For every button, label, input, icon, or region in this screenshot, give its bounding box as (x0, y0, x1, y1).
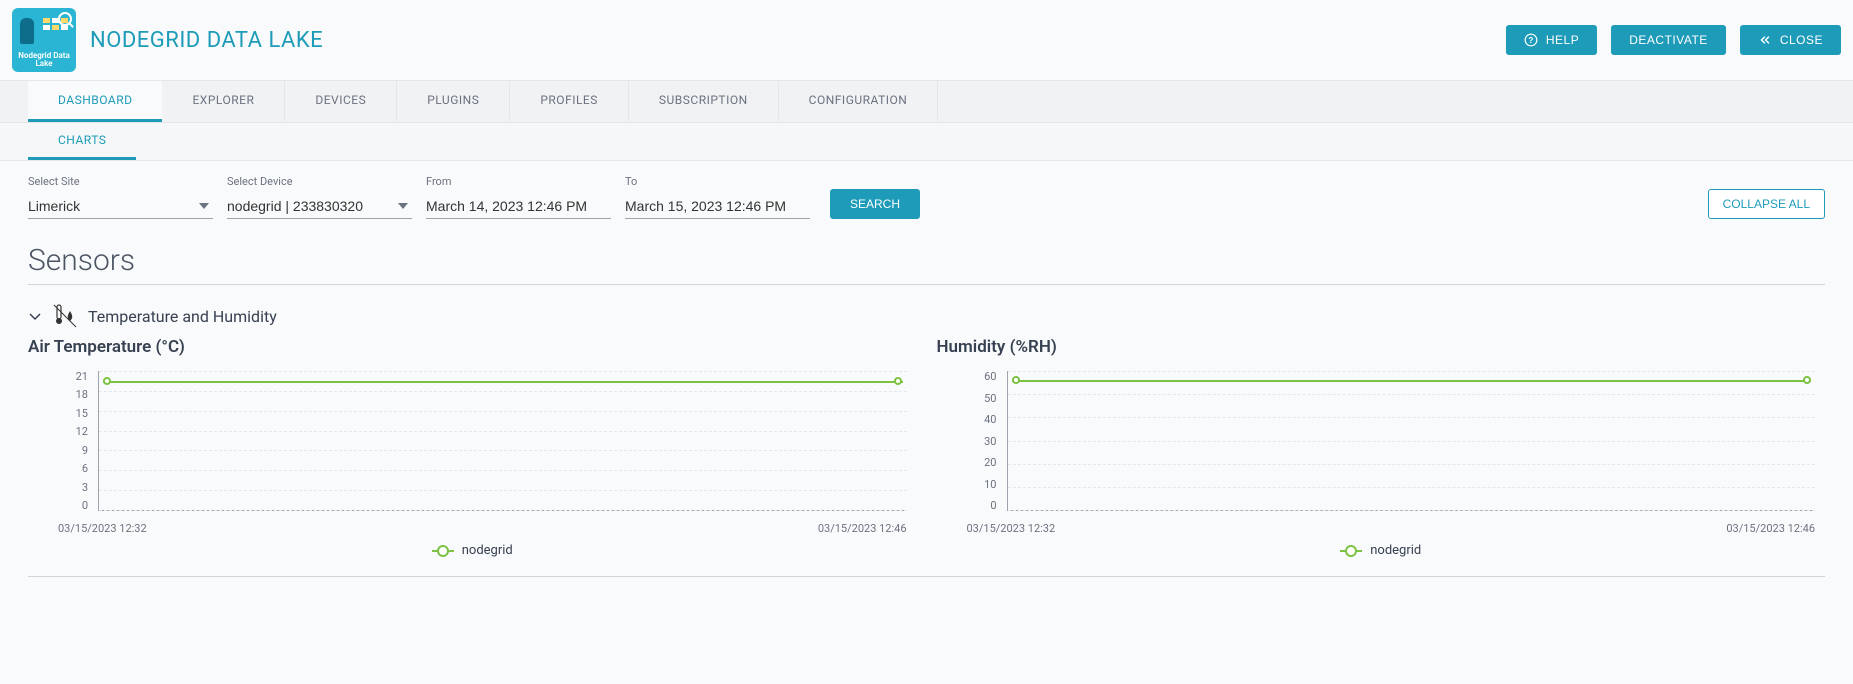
search-button[interactable]: SEARCH (830, 189, 920, 219)
tab-explorer[interactable]: EXPLORER (162, 81, 285, 122)
chart-title: Air Temperature (°C) (28, 337, 917, 357)
y-tick: 21 (28, 371, 94, 382)
device-select[interactable] (227, 192, 412, 219)
data-point (103, 377, 111, 385)
subtab-charts[interactable]: CHARTS (28, 123, 136, 160)
to-input[interactable] (625, 192, 810, 219)
app-logo: Nodegrid Data Lake (12, 8, 76, 72)
y-tick: 10 (937, 479, 1003, 490)
tab-devices[interactable]: DEVICES (285, 81, 397, 122)
from-input[interactable] (426, 192, 611, 219)
chevron-down-icon[interactable] (28, 309, 42, 323)
data-point (1012, 376, 1020, 384)
x-tick: 03/15/2023 12:32 (58, 522, 147, 535)
series-line (103, 381, 903, 383)
legend-label: nodegrid (1370, 543, 1421, 558)
y-tick: 50 (937, 393, 1003, 404)
y-tick: 18 (28, 389, 94, 400)
chart-air-temperature: Air Temperature (°C) 21 18 15 12 9 6 3 0 03/15/… (28, 337, 917, 558)
x-tick: 03/15/2023 12:46 (1726, 522, 1815, 535)
y-tick: 40 (937, 414, 1003, 425)
y-tick: 6 (28, 463, 94, 474)
svg-text:?: ? (1528, 36, 1533, 45)
x-tick: 03/15/2023 12:46 (818, 522, 907, 535)
y-tick: 20 (937, 457, 1003, 468)
legend-marker (1340, 550, 1362, 552)
from-label: From (426, 175, 611, 188)
deactivate-button[interactable]: DEACTIVATE (1611, 25, 1726, 55)
help-button[interactable]: ? HELP (1506, 25, 1597, 55)
y-tick: 12 (28, 426, 94, 437)
y-tick: 0 (28, 500, 94, 511)
sub-nav: CHARTS (0, 123, 1853, 161)
group-title: Temperature and Humidity (88, 307, 277, 326)
y-tick: 9 (28, 445, 94, 456)
y-tick: 15 (28, 408, 94, 419)
tab-profiles[interactable]: PROFILES (510, 81, 629, 122)
close-label: CLOSE (1780, 33, 1823, 47)
tab-subscription[interactable]: SUBSCRIPTION (629, 81, 779, 122)
series-line (1012, 380, 1812, 382)
y-tick: 0 (937, 500, 1003, 511)
collapse-all-button[interactable]: COLLAPSE ALL (1708, 189, 1825, 219)
close-button[interactable]: CLOSE (1740, 25, 1841, 55)
logo-caption: Nodegrid Data Lake (12, 52, 76, 68)
temperature-humidity-icon (52, 303, 78, 329)
legend-marker (432, 550, 454, 552)
section-title: Sensors (28, 243, 1825, 285)
y-tick: 30 (937, 436, 1003, 447)
y-tick: 60 (937, 371, 1003, 382)
tab-plugins[interactable]: PLUGINS (397, 81, 510, 122)
chevron-left-double-icon (1758, 33, 1772, 47)
site-select[interactable] (28, 192, 213, 219)
data-point (1803, 376, 1811, 384)
legend-label: nodegrid (462, 543, 513, 558)
tab-configuration[interactable]: CONFIGURATION (779, 81, 939, 122)
chart-humidity: Humidity (%RH) 60 50 40 30 20 10 0 03/15/2023 … (937, 337, 1826, 558)
x-tick: 03/15/2023 12:32 (967, 522, 1056, 535)
device-label: Select Device (227, 175, 412, 188)
y-tick: 3 (28, 482, 94, 493)
to-label: To (625, 175, 810, 188)
data-point (894, 377, 902, 385)
help-icon: ? (1524, 33, 1538, 47)
main-nav: DASHBOARD EXPLORER DEVICES PLUGINS PROFI… (0, 80, 1853, 123)
tab-dashboard[interactable]: DASHBOARD (28, 81, 162, 122)
site-label: Select Site (28, 175, 213, 188)
chart-title: Humidity (%RH) (937, 337, 1826, 357)
app-title: NODEGRID DATA LAKE (90, 28, 323, 53)
help-label: HELP (1546, 33, 1579, 47)
deactivate-label: DEACTIVATE (1629, 33, 1708, 47)
